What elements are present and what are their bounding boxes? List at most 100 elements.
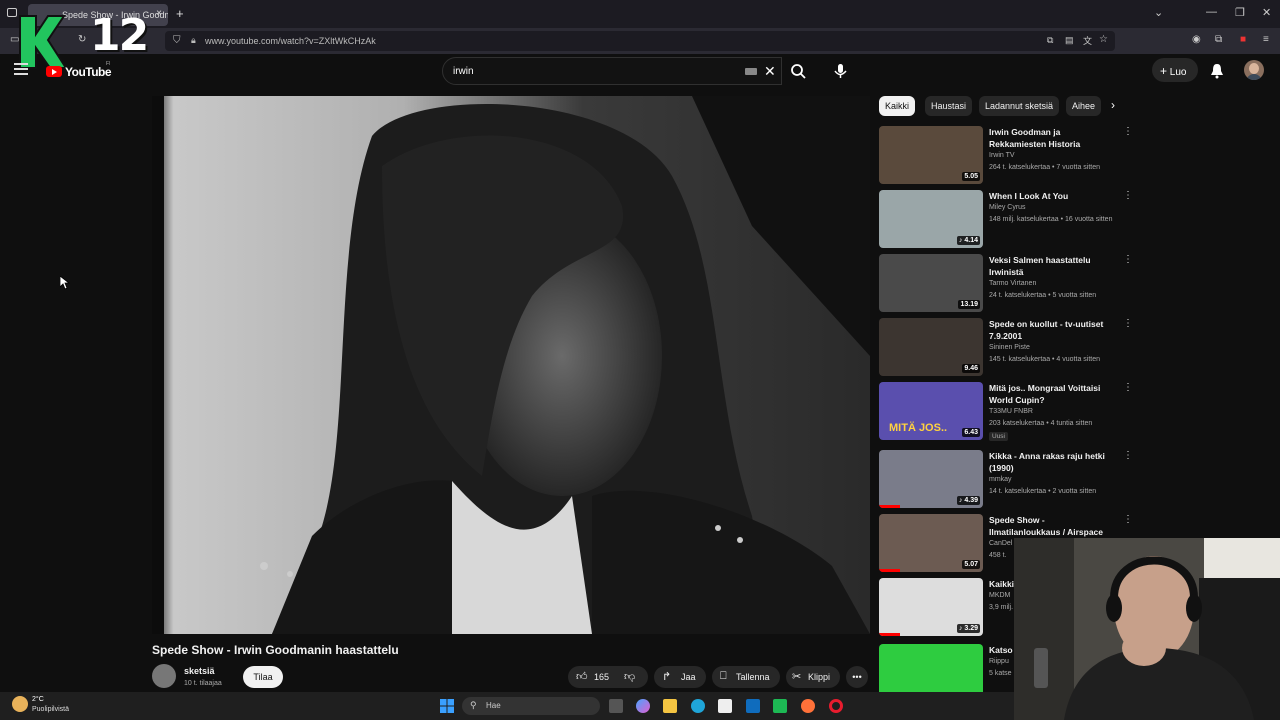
recommendation-channel[interactable]: T33MU FNBR — [989, 408, 1033, 415]
windows-start-icon[interactable] — [440, 699, 454, 713]
chip-ladannut[interactable]: Ladannut sketsiä — [979, 96, 1060, 116]
shield-icon[interactable]: ⛉ — [173, 35, 181, 46]
tab-list-chevron-icon[interactable]: ⌄ — [1154, 6, 1163, 19]
hamburger-menu-icon[interactable] — [14, 63, 28, 75]
url-text[interactable]: www.youtube.com/watch?v=ZXltWkCHzAk — [205, 36, 376, 46]
user-avatar[interactable] — [1244, 60, 1264, 80]
recommendation-channel[interactable]: Irwin TV — [989, 152, 1015, 159]
picture-in-picture-icon[interactable]: ⧉ — [1047, 35, 1053, 46]
voice-search-button[interactable] — [826, 57, 854, 85]
recommendation-channel[interactable]: Tarmo Virtanen — [989, 280, 1036, 287]
notifications-bell-icon[interactable] — [1209, 62, 1225, 80]
subscribe-button[interactable]: Tilaa — [243, 666, 283, 688]
recommendation-thumbnail[interactable]: ♪ 4.39 — [879, 450, 983, 508]
recommendation-title[interactable]: Irwin Goodman ja Rekkamiesten Historia — [989, 126, 1117, 150]
recommendation-item[interactable]: 5.05 Irwin Goodman ja Rekkamiesten Histor… — [879, 126, 1139, 186]
weather-description[interactable]: Puolipilvistä — [32, 706, 69, 713]
more-vertical-icon[interactable]: ⋮ — [1123, 126, 1133, 137]
address-bar[interactable]: ⛉ 🔒︎ www.youtube.com/watch?v=ZXltWkCHzAk… — [165, 31, 1115, 51]
clip-button[interactable]: ✂ Klippi — [786, 666, 840, 688]
share-button[interactable]: ↱ Jaa — [654, 666, 706, 688]
close-window-button[interactable]: ✕ — [1262, 6, 1271, 19]
reader-view-icon[interactable]: ▤ — [1065, 35, 1074, 46]
more-vertical-icon[interactable]: ⋮ — [1123, 382, 1133, 393]
maximize-button[interactable]: ❐ — [1235, 6, 1245, 19]
edge-icon[interactable] — [691, 699, 705, 713]
browser-menu-icon[interactable]: ≡ — [1263, 34, 1269, 45]
weather-icon[interactable] — [12, 696, 28, 712]
lock-icon[interactable]: 🔒︎ — [191, 35, 196, 46]
recommendation-channel[interactable]: mmkay — [989, 476, 1012, 483]
recommendation-item[interactable]: ♪ 4.14 When I Look At You Miley Cyrus 148 m… — [879, 190, 1139, 250]
minimize-button[interactable]: — — [1206, 6, 1217, 18]
keyboard-icon[interactable] — [745, 68, 757, 75]
new-tab-button[interactable]: + — [176, 6, 184, 21]
share-label: Jaa — [681, 672, 696, 682]
channel-avatar[interactable] — [152, 664, 176, 688]
copilot-icon[interactable] — [636, 699, 650, 713]
more-vertical-icon[interactable]: ⋮ — [1123, 450, 1133, 461]
chip-aihee[interactable]: Aihee — [1066, 96, 1102, 116]
webcam-frame — [1014, 538, 1280, 720]
video-player[interactable] — [152, 96, 870, 634]
recommendation-channel[interactable]: CanDel — [989, 540, 1012, 547]
app-green-icon[interactable] — [773, 699, 787, 713]
chip-kaikki[interactable]: Kaikki — [879, 96, 916, 116]
recommendation-thumbnail[interactable]: ♪ 4.14 — [879, 190, 983, 248]
dislike-button[interactable]: 👎︎ — [624, 670, 635, 683]
file-explorer-icon[interactable] — [663, 699, 677, 713]
translate-icon[interactable]: 文 — [1083, 34, 1092, 47]
recommendation-title[interactable]: Kikka - Anna rakas raju hetki (1990) — [989, 450, 1117, 474]
like-button[interactable]: 👍︎ — [576, 670, 588, 683]
recommendation-item[interactable]: 9.46 Spede on kuollut - tv-uutiset 7.9.20… — [879, 318, 1139, 378]
recommendation-thumbnail[interactable]: ♪ 3.29 — [879, 578, 983, 636]
recommendation-title[interactable]: Spede on kuollut - tv-uutiset 7.9.2001 — [989, 318, 1117, 342]
taskbar-search[interactable]: ⚲ Hae — [462, 697, 600, 715]
recommendation-item[interactable]: ♪ 4.39 Kikka - Anna rakas raju hetki (199… — [879, 450, 1139, 510]
opera-icon[interactable] — [829, 699, 843, 713]
tab-overview-icon[interactable] — [7, 8, 17, 17]
scissors-icon: ✂ — [792, 671, 802, 683]
recommendation-channel[interactable]: Sininen Piste — [989, 344, 1030, 351]
more-vertical-icon[interactable]: ⋮ — [1123, 514, 1133, 525]
recommendation-thumbnail[interactable]: MITÄ JOS.. 6.43 — [879, 382, 983, 440]
create-button[interactable]: + Luo — [1152, 58, 1198, 82]
youtube-logo-text: YouTube — [65, 65, 112, 79]
recommendation-thumbnail[interactable]: 9.46 — [879, 318, 983, 376]
recommendation-thumbnail[interactable]: 13.19 — [879, 254, 983, 312]
more-vertical-icon[interactable]: ⋮ — [1123, 190, 1133, 201]
recommendation-title[interactable]: Veksi Salmen haastattelu Irwinistä — [989, 254, 1117, 278]
more-vertical-icon[interactable]: ⋮ — [1123, 254, 1133, 265]
search-box[interactable]: ✕ — [442, 57, 782, 85]
channel-name[interactable]: sketsiä — [184, 666, 215, 676]
recommendation-channel[interactable]: MKDM — [989, 592, 1010, 599]
store-icon[interactable] — [718, 699, 732, 713]
outlook-icon[interactable] — [746, 699, 760, 713]
weather-temperature[interactable]: 2°C — [32, 696, 44, 703]
more-actions-button[interactable]: ••• — [846, 666, 868, 688]
recommendation-channel[interactable]: Miley Cyrus — [989, 204, 1026, 211]
recommendation-item[interactable]: MITÄ JOS.. 6.43 Mitä jos.. Mongraal Voitta… — [879, 382, 1139, 442]
extensions-icon[interactable]: ⧉ — [1215, 34, 1222, 45]
chip-haustasi[interactable]: Haustasi — [925, 96, 973, 116]
recommendation-thumbnail[interactable]: 5.07 — [879, 514, 983, 572]
youtube-play-icon — [46, 66, 62, 77]
recommendation-title[interactable]: When I Look At You — [989, 190, 1117, 202]
extension-red-icon[interactable]: ■ — [1240, 34, 1246, 45]
search-input[interactable] — [453, 66, 713, 77]
chevron-right-icon[interactable]: › — [1111, 98, 1115, 112]
recommendation-title[interactable]: Spede Show - Ilmatilanloukkaus / Airspac… — [989, 514, 1117, 538]
save-button[interactable]: ⎕ Tallenna — [712, 666, 780, 688]
search-button[interactable] — [782, 57, 814, 85]
bookmark-star-icon[interactable]: ☆ — [1099, 34, 1108, 45]
video-duration: ♪ 4.39 — [956, 496, 980, 505]
more-vertical-icon[interactable]: ⋮ — [1123, 318, 1133, 329]
recommendation-item[interactable]: 13.19 Veksi Salmen haastattelu Irwinistä T… — [879, 254, 1139, 314]
recommendation-title[interactable]: Mitä jos.. Mongraal Voittaisi World Cupi… — [989, 382, 1117, 406]
recommendation-channel[interactable]: Riippu — [989, 658, 1009, 665]
firefox-icon[interactable] — [801, 699, 815, 713]
recommendation-thumbnail[interactable]: 5.05 — [879, 126, 983, 184]
task-view-icon[interactable] — [609, 699, 623, 713]
clear-search-icon[interactable]: ✕ — [764, 63, 776, 80]
account-icon[interactable]: ◉ — [1192, 34, 1201, 45]
